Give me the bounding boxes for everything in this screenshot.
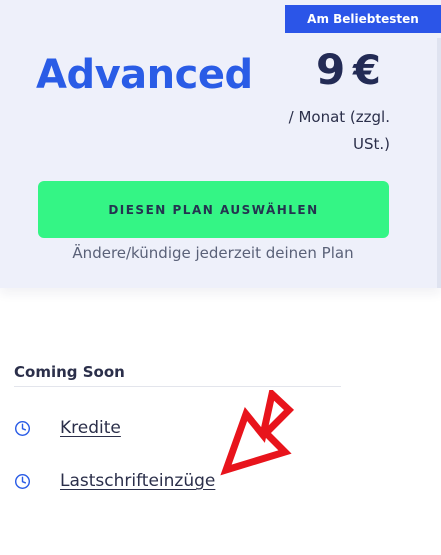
lastschrifteinzuege-link[interactable]: Lastschrifteinzüge: [60, 471, 215, 491]
coming-soon-heading: Coming Soon: [14, 363, 125, 381]
pricing-page: Am Beliebtesten Advanced 9 € / Monat (zz…: [0, 0, 441, 555]
price-amount: 9: [316, 45, 346, 94]
select-plan-button[interactable]: DIESEN PLAN AUSWÄHLEN: [38, 181, 389, 238]
popular-badge: Am Beliebtesten: [285, 5, 441, 33]
clock-icon: [14, 473, 31, 490]
card-edge: [437, 38, 441, 288]
clock-icon: [14, 420, 31, 437]
kredite-link[interactable]: Kredite: [60, 418, 121, 438]
divider: [14, 386, 341, 387]
plan-card: Am Beliebtesten Advanced 9 € / Monat (zz…: [0, 0, 441, 288]
change-plan-note: Ändere/kündige jederzeit deinen Plan: [72, 244, 354, 262]
price-currency: €: [353, 48, 381, 94]
arrow-down-left-icon: [220, 390, 295, 476]
price-note: / Monat (zzgl. USt.): [288, 108, 390, 153]
plan-name: Advanced: [36, 52, 253, 98]
